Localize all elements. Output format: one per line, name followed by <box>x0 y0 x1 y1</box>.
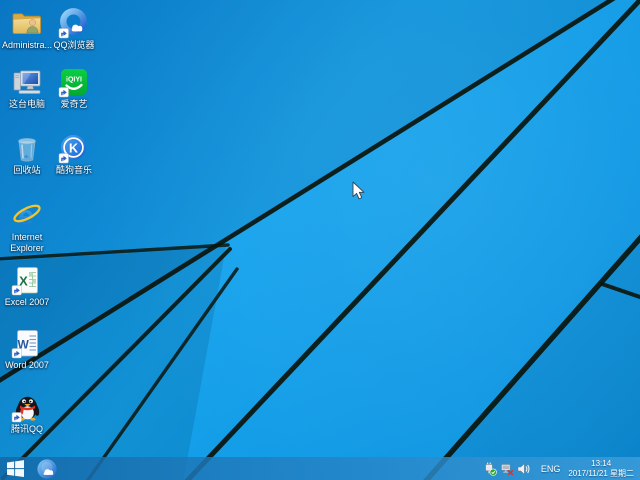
shortcut-arrow-badge <box>58 87 69 98</box>
recycle-bin-icon <box>11 132 43 164</box>
desktop-icon-label: 爱奇艺 <box>60 99 88 109</box>
system-tray: ENG 13:14 2017/11/21 星期二 <box>483 457 640 480</box>
internet-explorer-icon: e <box>11 199 43 231</box>
desktop-icon-label: QQ浏览器 <box>53 40 95 50</box>
shortcut-arrow-badge <box>58 153 69 164</box>
excel-icon: X <box>11 264 43 296</box>
taskbar-clock[interactable]: 13:14 2017/11/21 星期二 <box>568 459 636 478</box>
desktop-icon-iqiyi[interactable]: iQIYI 爱奇艺 <box>45 66 103 110</box>
svg-text:iQIYI: iQIYI <box>66 77 82 84</box>
clock-time: 13:14 <box>591 459 612 468</box>
desktop-icon-tencent-qq[interactable]: 腾讯QQ <box>0 391 56 435</box>
desktop-icon-qq-browser[interactable]: QQ浏览器 <box>45 7 103 51</box>
desktop-icon-label: 酷狗音乐 <box>55 165 92 175</box>
desktop-icon-label: 腾讯QQ <box>10 424 43 434</box>
desktop-icon-label: Excel 2007 <box>4 297 50 307</box>
shortcut-arrow-badge <box>11 285 22 296</box>
volume-icon[interactable] <box>517 462 531 476</box>
qq-penguin-icon <box>11 391 43 423</box>
svg-text:K: K <box>69 141 78 155</box>
desktop-icon-word-2007[interactable]: W Word 2007 <box>0 327 56 371</box>
language-indicator[interactable]: ENG <box>541 464 561 474</box>
user-folder-icon <box>11 7 43 39</box>
qq-browser-taskbar-icon <box>37 458 57 479</box>
start-button[interactable] <box>0 457 30 480</box>
kugou-icon: K <box>58 132 90 164</box>
taskbar-qq-browser-button[interactable] <box>30 457 64 480</box>
desktop-icon-label: 回收站 <box>13 165 41 175</box>
shortcut-arrow-badge <box>11 412 22 423</box>
desktop-icon-label: 这台电脑 <box>8 99 45 109</box>
qq-browser-icon <box>58 7 90 39</box>
shortcut-arrow-badge <box>58 28 69 39</box>
word-icon: W <box>11 327 43 359</box>
taskbar: ENG 13:14 2017/11/21 星期二 <box>0 457 640 480</box>
desktop-icon-excel-2007[interactable]: X Excel 2007 <box>0 264 56 308</box>
shortcut-arrow-badge <box>11 348 22 359</box>
network-disconnected-icon[interactable] <box>500 462 514 476</box>
clock-date: 2017/11/21 星期二 <box>568 468 634 478</box>
desktop-icon-label: Internet Explorer <box>10 232 44 253</box>
mouse-cursor <box>352 181 365 200</box>
desktop-icon-kugou-music[interactable]: K 酷狗音乐 <box>45 132 103 176</box>
desktop-icon-label: Word 2007 <box>5 360 49 370</box>
usb-safely-remove-icon[interactable] <box>483 462 497 476</box>
desktop: Administra... 这台电脑 回收站 e Internet Explor… <box>0 0 640 480</box>
windows-logo-icon <box>6 460 24 477</box>
iqiyi-icon: iQIYI <box>58 66 90 98</box>
desktop-icon-internet-explorer[interactable]: e Internet Explorer <box>0 199 56 254</box>
this-pc-icon <box>11 66 43 98</box>
